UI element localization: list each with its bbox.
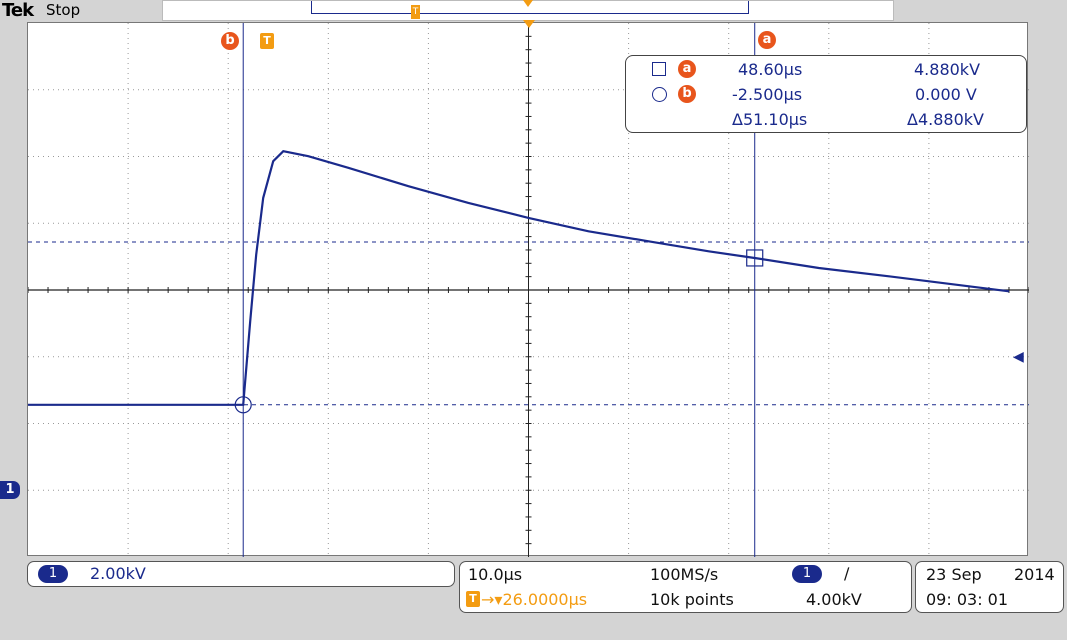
date-time-panel: 23 Sep 2014 09: 03: 01: [915, 561, 1064, 613]
channel-1-scale: 2.00kV: [90, 564, 146, 583]
cursor-a-icon[interactable]: a: [758, 31, 776, 49]
timebase-value: 10.0µs: [468, 565, 523, 584]
circle-cursor-icon: [652, 87, 667, 102]
channel-1-ground-marker-icon[interactable]: 1: [0, 481, 20, 499]
top-status-bar: Tek Stop T: [0, 0, 1067, 22]
waveform-trace: [28, 150, 1010, 406]
trigger-delay-icon: T: [466, 591, 480, 607]
cursor-a-time: 48.60µs: [738, 60, 803, 79]
cursor-b-value: 0.000 V: [915, 85, 977, 104]
date-value: 23 Sep: [926, 565, 982, 584]
acquisition-state: Stop: [46, 1, 81, 19]
cursor-b-time: -2.500µs: [732, 85, 803, 104]
delta-value: Δ4.880kV: [907, 110, 984, 129]
readout-cursor-b-icon: b: [678, 85, 696, 103]
channel-1-badge[interactable]: 1: [38, 565, 68, 583]
trigger-position-icon[interactable]: T: [260, 33, 274, 49]
readout-row-a: a 48.60µs 4.880kV: [626, 58, 1026, 80]
readout-row-b: b -2.500µs 0.000 V: [626, 83, 1026, 105]
sample-rate: 100MS/s: [650, 565, 719, 584]
readout-row-delta: Δ51.10µs Δ4.880kV: [626, 108, 1026, 130]
cursor-b-icon[interactable]: b: [221, 32, 239, 50]
horizontal-position-marker-icon[interactable]: [523, 20, 535, 28]
year-value: 2014: [1014, 565, 1055, 584]
channel-1-status-panel[interactable]: 1 2.00kV: [27, 561, 455, 587]
brand-logo: Tek: [2, 0, 34, 21]
trigger-source-badge[interactable]: 1: [792, 565, 822, 583]
record-position-marker-icon: [523, 0, 533, 7]
record-trigger-icon: T: [411, 5, 420, 19]
cursor-readout-panel: a 48.60µs 4.880kV b -2.500µs 0.000 V Δ51…: [625, 55, 1027, 133]
horizontal-trigger-panel[interactable]: 10.0µs 100MS/s 1 ∕ T →▾26.0000µs 10k poi…: [459, 561, 912, 613]
cursor-a-value: 4.880kV: [914, 60, 981, 79]
trigger-position: →▾26.0000µs: [481, 590, 588, 609]
record-view-bar[interactable]: T: [162, 0, 894, 21]
trigger-level: 4.00kV: [806, 590, 862, 609]
record-length: 10k points: [650, 590, 734, 609]
readout-cursor-a-icon: a: [678, 60, 696, 78]
delta-time: Δ51.10µs: [732, 110, 808, 129]
square-cursor-icon: [652, 62, 666, 76]
trigger-slope-icon[interactable]: ∕: [844, 564, 849, 583]
time-value: 09: 03: 01: [926, 590, 1009, 609]
trigger-level-marker-icon[interactable]: ◀: [1013, 349, 1024, 365]
